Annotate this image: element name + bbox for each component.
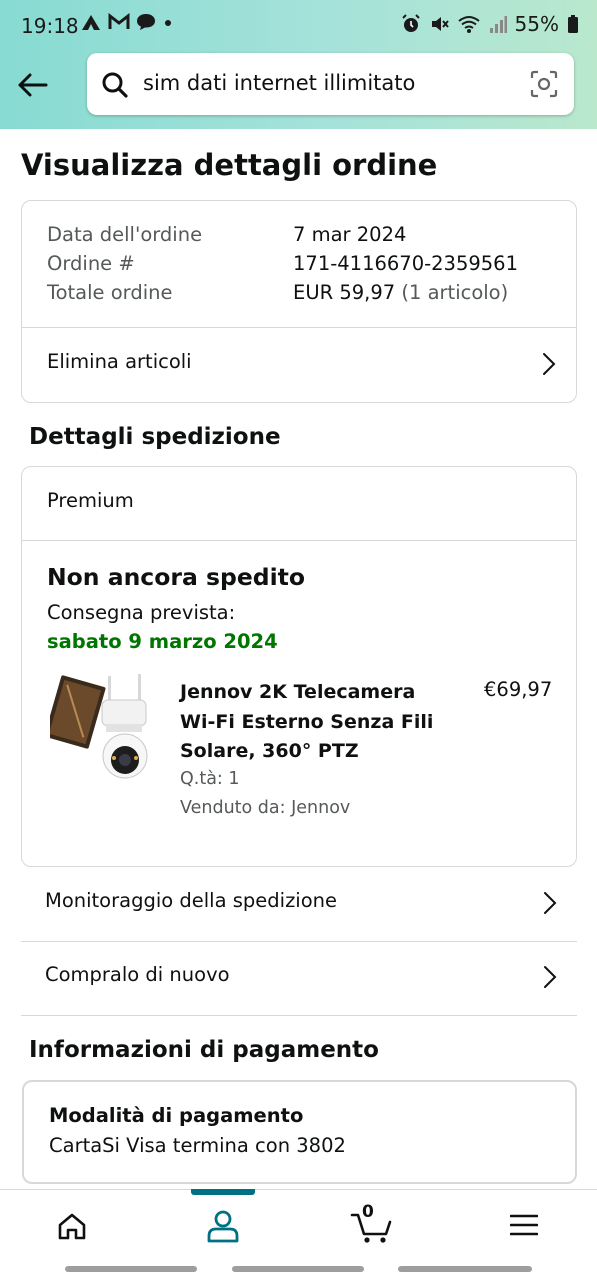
page-title: Visualizza dettagli ordine: [21, 148, 438, 182]
shipping-type: Premium: [47, 489, 134, 512]
signal-icon: [489, 16, 507, 33]
product-price: €69,97: [484, 678, 553, 701]
cart-count: 0: [362, 1202, 374, 1222]
shipping-section-title: Dettagli spedizione: [29, 424, 281, 450]
track-shipment-row[interactable]: Monitoraggio della spedizione: [21, 867, 577, 941]
status-time: 19:18: [21, 14, 79, 38]
app-header: 19:18 55% sim dati internet illimitato: [0, 0, 597, 129]
dot-icon: [165, 20, 171, 26]
order-total-row: Totale ordine EUR 59,97 (1 articolo): [47, 281, 508, 304]
gesture-handle: [398, 1266, 532, 1272]
shipment-card: Premium Non ancora spedito Consegna prev…: [21, 466, 577, 867]
search-icon: [102, 72, 128, 98]
camera-search-icon[interactable]: [530, 70, 558, 98]
alarm-icon: [401, 14, 420, 32]
payment-method-card: Modalità di pagamento CartaSi Visa termi…: [22, 1080, 577, 1184]
nav-menu[interactable]: [484, 1190, 564, 1260]
order-number-row: Ordine # 171-4116670-2359561: [47, 252, 518, 275]
status-bar: 19:18 55%: [0, 0, 597, 52]
buy-again-label: Compralo di nuovo: [45, 963, 230, 986]
product-seller: Venduto da: Jennov: [180, 798, 351, 818]
nav-cart[interactable]: 0: [333, 1190, 413, 1260]
payment-method-title: Modalità di pagamento: [49, 1104, 304, 1127]
payment-section-title: Informazioni di pagamento: [29, 1037, 379, 1063]
back-button[interactable]: [14, 66, 52, 104]
order-date-value: 7 mar 2024: [293, 223, 407, 246]
nav-account[interactable]: [183, 1190, 263, 1260]
delivery-date: sabato 9 marzo 2024: [47, 630, 278, 653]
order-total-value: EUR 59,97: [293, 281, 396, 304]
hamburger-menu-icon: [510, 1214, 538, 1236]
bottom-navigation: 0: [0, 1189, 597, 1260]
search-bar[interactable]: sim dati internet illimitato: [87, 53, 574, 115]
user-icon: [207, 1210, 239, 1243]
m-icon: [108, 13, 130, 29]
shipment-status: Non ancora spedito: [47, 563, 306, 591]
order-total-value-group: EUR 59,97 (1 articolo): [293, 281, 508, 304]
product-title[interactable]: Jennov 2K Telecamera Wi-Fi Esterno Senza…: [180, 678, 442, 767]
back-arrow-icon: [18, 73, 48, 97]
solar-camera-image: [44, 674, 148, 779]
search-input[interactable]: sim dati internet illimitato: [143, 71, 415, 95]
home-icon: [58, 1213, 86, 1240]
order-date-label: Data dell'ordine: [47, 223, 203, 246]
nav-home[interactable]: [33, 1190, 113, 1260]
chevron-right-icon: [543, 353, 556, 375]
system-status: 55%: [401, 12, 579, 36]
delivery-label: Consegna prevista:: [47, 601, 236, 624]
order-item-count: (1 articolo): [401, 281, 509, 304]
payment-method-value: CartaSi Visa termina con 3802: [49, 1134, 346, 1157]
gesture-handle: [65, 1266, 197, 1272]
wifi-icon: [457, 16, 480, 33]
delete-items-row[interactable]: Elimina articoli: [22, 328, 576, 402]
order-number-label: Ordine #: [47, 252, 135, 275]
delete-items-label: Elimina articoli: [47, 350, 192, 373]
battery-percent: 55%: [514, 12, 559, 36]
divider: [22, 540, 576, 541]
notification-icons: [80, 13, 174, 31]
product-quantity: Q.tà: 1: [180, 769, 240, 789]
buy-again-row[interactable]: Compralo di nuovo: [21, 941, 577, 1015]
order-summary-card: Data dell'ordine 7 mar 2024 Ordine # 171…: [21, 200, 577, 403]
track-shipment-label: Monitoraggio della spedizione: [45, 889, 338, 912]
order-number-value: 171-4116670-2359561: [293, 252, 518, 275]
order-date-row: Data dell'ordine 7 mar 2024: [47, 223, 406, 246]
product-image[interactable]: [44, 674, 154, 786]
gesture-handle: [232, 1266, 364, 1272]
a-icon: [82, 15, 100, 30]
chat-bubble-icon: [137, 14, 155, 30]
vibrate-icon: [431, 17, 449, 31]
chevron-right-icon: [544, 892, 557, 914]
divider: [21, 1015, 577, 1016]
battery-icon: [568, 15, 578, 33]
chevron-right-icon: [544, 966, 557, 988]
order-total-label: Totale ordine: [47, 281, 173, 304]
